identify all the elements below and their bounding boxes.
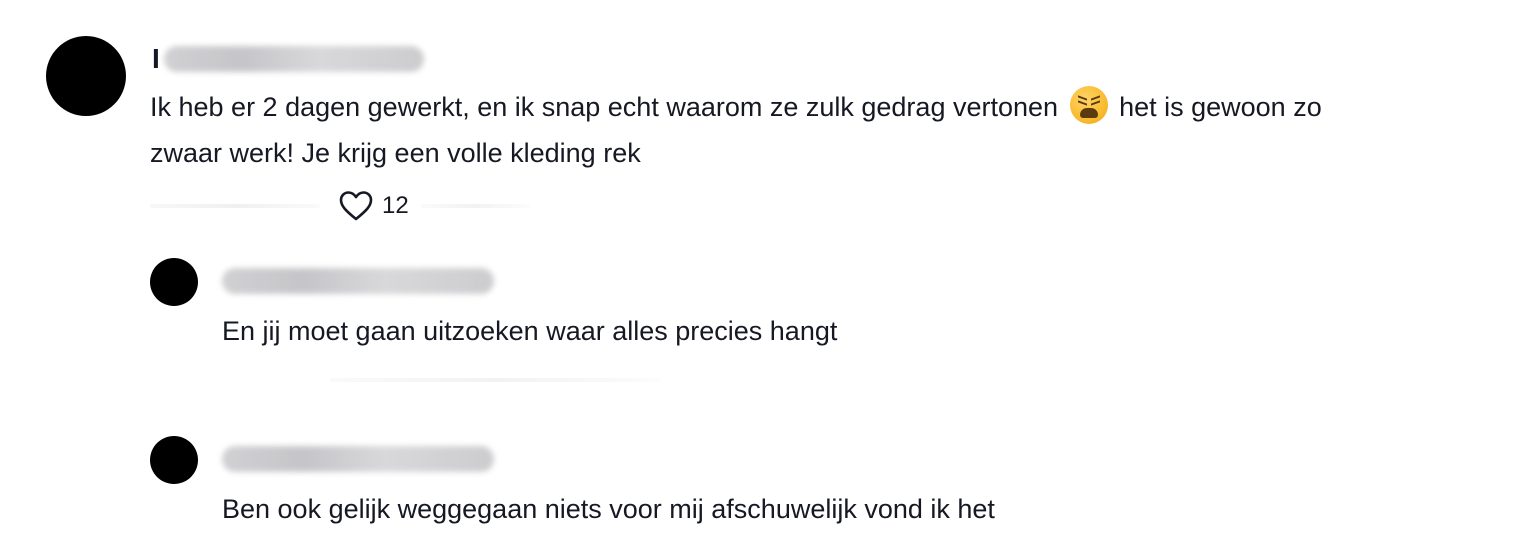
heart-icon: [339, 191, 373, 221]
username-initial: I: [152, 43, 160, 74]
comment-text-part2: het is gewoon zo: [1119, 92, 1322, 122]
blurred-username: [222, 268, 494, 294]
blurred-username: [163, 46, 424, 72]
tired-face-emoji-icon: [1069, 86, 1108, 124]
avatar[interactable]: [46, 36, 126, 116]
reply-avatar[interactable]: [150, 436, 198, 484]
reply-meta-faded: [330, 378, 660, 382]
comment-meta-faded: [150, 204, 320, 208]
reply-username[interactable]: [222, 444, 494, 474]
blurred-username: [222, 446, 494, 472]
comment-text: Ik heb er 2 dagen gewerkt, en ik snap ec…: [150, 84, 1322, 176]
comment-actions: 12: [150, 186, 531, 226]
reply-username[interactable]: [222, 266, 494, 296]
reply-text: En jij moet gaan uitzoeken waar alles pr…: [222, 316, 838, 346]
comment-text-line2: zwaar werk! Je krijg een volle kleding r…: [150, 138, 641, 168]
comment-text-part1: Ik heb er 2 dagen gewerkt, en ik snap ec…: [150, 92, 1059, 122]
like-count: 12: [382, 192, 409, 219]
like-button[interactable]: 12: [338, 190, 409, 222]
reply-avatar[interactable]: [150, 258, 198, 306]
comment-username[interactable]: I: [152, 44, 424, 74]
reply-text: Ben ook gelijk weggegaan niets voor mij …: [222, 494, 995, 524]
comment-meta-faded-2: [420, 204, 531, 208]
